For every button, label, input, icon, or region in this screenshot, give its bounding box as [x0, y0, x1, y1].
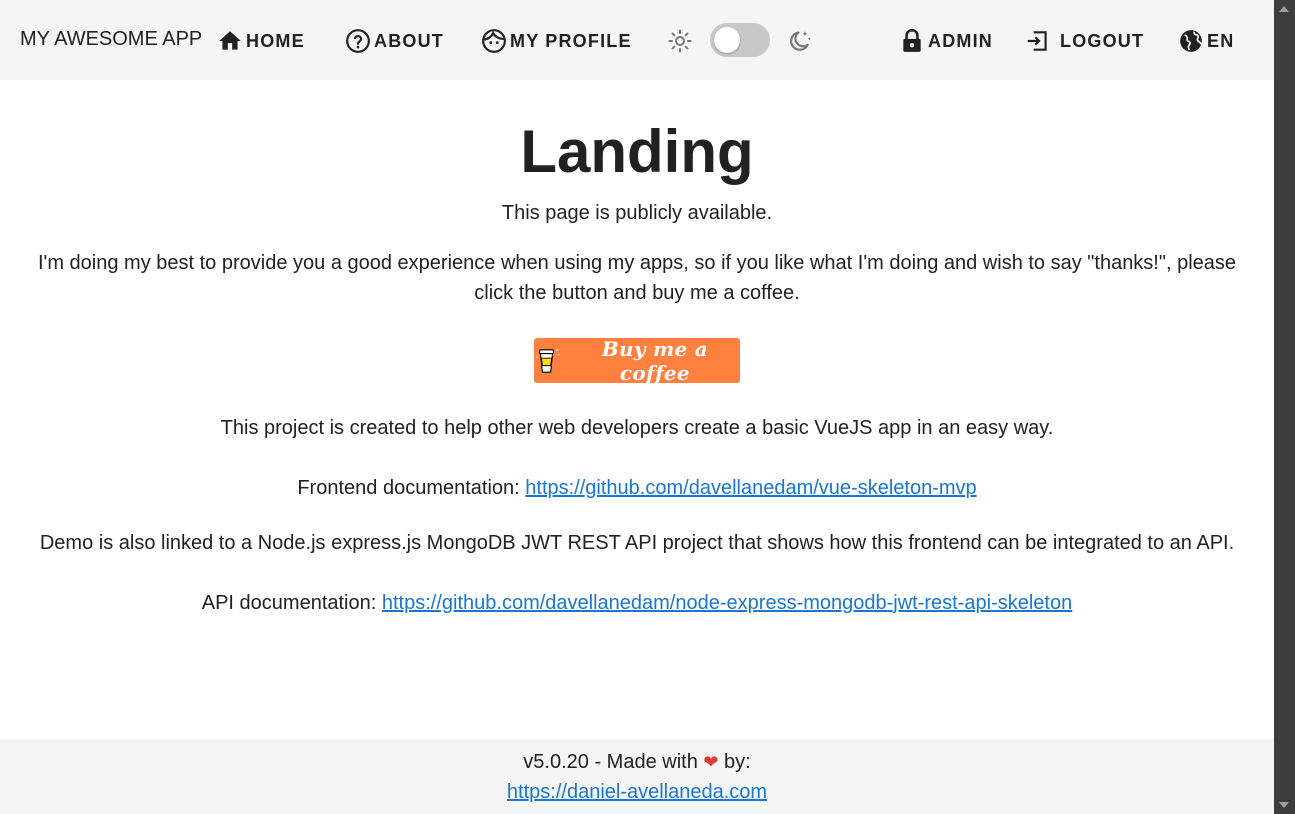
- footer-by: by:: [724, 751, 751, 773]
- api-docs-link[interactable]: https://github.com/davellanedam/node-exp…: [382, 592, 1072, 614]
- coffee-button-label: Buy me a coffee: [601, 336, 709, 385]
- nav-admin-label: ADMIN: [928, 30, 993, 51]
- nav-admin-button[interactable]: ADMIN: [899, 26, 993, 56]
- face-icon: [482, 29, 506, 53]
- lock-icon: [903, 28, 921, 52]
- moon-stars-icon: [790, 31, 811, 51]
- logout-icon: [1027, 31, 1047, 51]
- thanks-text: I'm doing my best to provide you a good …: [37, 252, 1237, 304]
- help-circle-icon: [346, 29, 370, 53]
- nav-profile-button[interactable]: MY PROFILE: [481, 26, 632, 56]
- sun-icon: [668, 29, 692, 53]
- vertical-scrollbar[interactable]: [1274, 0, 1295, 814]
- scroll-down-arrow-icon[interactable]: [1279, 802, 1289, 808]
- footer-version: v5.0.20 - Made with: [523, 751, 698, 773]
- nav-logout-button[interactable]: LOGOUT: [1025, 26, 1144, 56]
- toggle-knob: [714, 27, 740, 53]
- footer-version-line: v5.0.20 - Made with ❤ by:: [0, 749, 1274, 775]
- nav-logout-label: LOGOUT: [1060, 30, 1145, 51]
- author-website-link[interactable]: https://daniel-avellaneda.com: [507, 781, 767, 803]
- nav-profile-label: MY PROFILE: [510, 30, 632, 51]
- top-toolbar: MY AWESOME APP HOME ABOUT MY PROFILE ADM…: [0, 0, 1274, 80]
- public-note: This page is publicly available.: [501, 202, 773, 224]
- footer: v5.0.20 - Made with ❤ by: https://daniel…: [0, 739, 1274, 814]
- nav-home-button[interactable]: HOME: [217, 26, 305, 56]
- nav-about-label: ABOUT: [374, 30, 444, 51]
- nav-about-button[interactable]: ABOUT: [345, 26, 444, 56]
- project-text: This project is created to help other we…: [220, 417, 1054, 439]
- app-brand[interactable]: MY AWESOME APP: [20, 28, 202, 51]
- coffee-cup-icon: [536, 348, 560, 373]
- frontend-docs: Frontend documentation: https://github.c…: [20, 473, 1254, 503]
- buy-me-a-coffee-button[interactable]: Buy me a coffee: [534, 336, 740, 385]
- footer-link-line: https://daniel-avellaneda.com: [0, 779, 1274, 805]
- frontend-docs-label: Frontend documentation:: [297, 477, 520, 499]
- home-icon: [219, 31, 241, 50]
- demo-text: Demo is also linked to a Node.js express…: [39, 532, 1235, 554]
- app: MY AWESOME APP HOME ABOUT MY PROFILE ADM…: [0, 0, 1274, 814]
- scroll-up-arrow-icon[interactable]: [1279, 6, 1289, 12]
- globe-icon: [1180, 30, 1203, 52]
- language-label: EN: [1207, 30, 1235, 51]
- api-docs: API documentation: https://github.com/da…: [20, 588, 1254, 618]
- api-docs-label: API documentation:: [201, 592, 377, 614]
- dark-mode-toggle[interactable]: [710, 23, 770, 57]
- nav-home-label: HOME: [246, 30, 305, 51]
- frontend-docs-link[interactable]: https://github.com/davellanedam/vue-skel…: [525, 477, 976, 499]
- page-title: Landing: [520, 118, 754, 185]
- language-button[interactable]: EN: [1178, 26, 1234, 56]
- heart-icon: ❤: [703, 752, 719, 772]
